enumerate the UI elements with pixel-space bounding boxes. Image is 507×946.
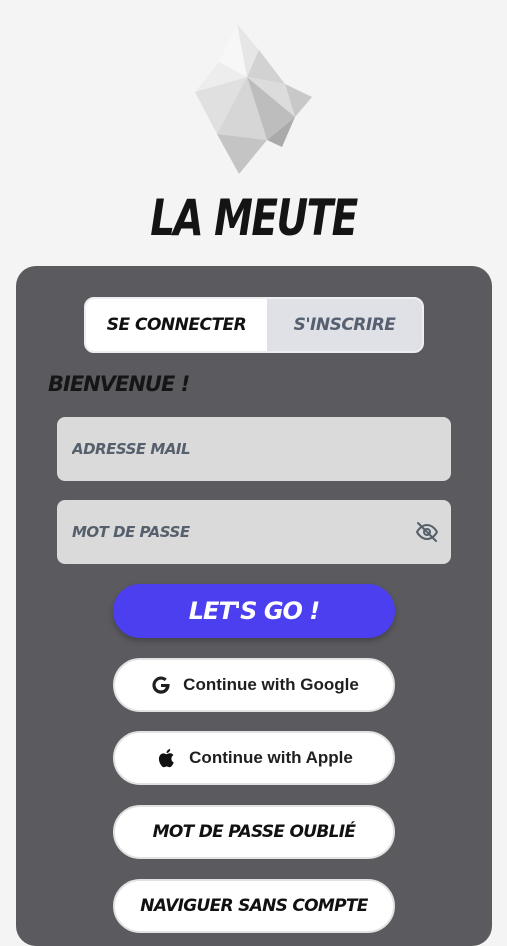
forgot-password-button[interactable]: MOT DE PASSE OUBLIÉ bbox=[113, 805, 395, 859]
google-icon bbox=[152, 676, 170, 694]
password-field-container bbox=[57, 500, 451, 564]
forgot-password-label: MOT DE PASSE OUBLIÉ bbox=[152, 822, 356, 842]
auth-tabs: SE CONNECTER S'INSCRIRE bbox=[84, 297, 424, 353]
tab-login[interactable]: SE CONNECTER bbox=[86, 299, 267, 351]
welcome-heading: BIENVENUE ! bbox=[48, 372, 190, 396]
tab-signup[interactable]: S'INSCRIRE bbox=[267, 299, 422, 351]
submit-button[interactable]: LET'S GO ! bbox=[113, 584, 395, 638]
apple-signin-button[interactable]: Continue with Apple bbox=[113, 731, 395, 785]
app-title: LA MEUTE bbox=[150, 189, 358, 247]
email-field-container bbox=[57, 417, 451, 481]
google-signin-button[interactable]: Continue with Google bbox=[113, 658, 395, 712]
password-field[interactable] bbox=[57, 500, 451, 564]
apple-button-label: Continue with Apple bbox=[189, 748, 353, 767]
submit-button-label: LET'S GO ! bbox=[188, 597, 320, 625]
guest-browse-button[interactable]: NAVIGUER SANS COMPTE bbox=[113, 879, 395, 933]
google-button-label: Continue with Google bbox=[183, 675, 359, 694]
eye-off-icon[interactable] bbox=[415, 520, 439, 544]
guest-browse-label: NAVIGUER SANS COMPTE bbox=[140, 896, 368, 916]
email-field[interactable] bbox=[57, 417, 451, 481]
wolf-head-icon bbox=[195, 24, 312, 174]
apple-icon bbox=[159, 749, 174, 768]
